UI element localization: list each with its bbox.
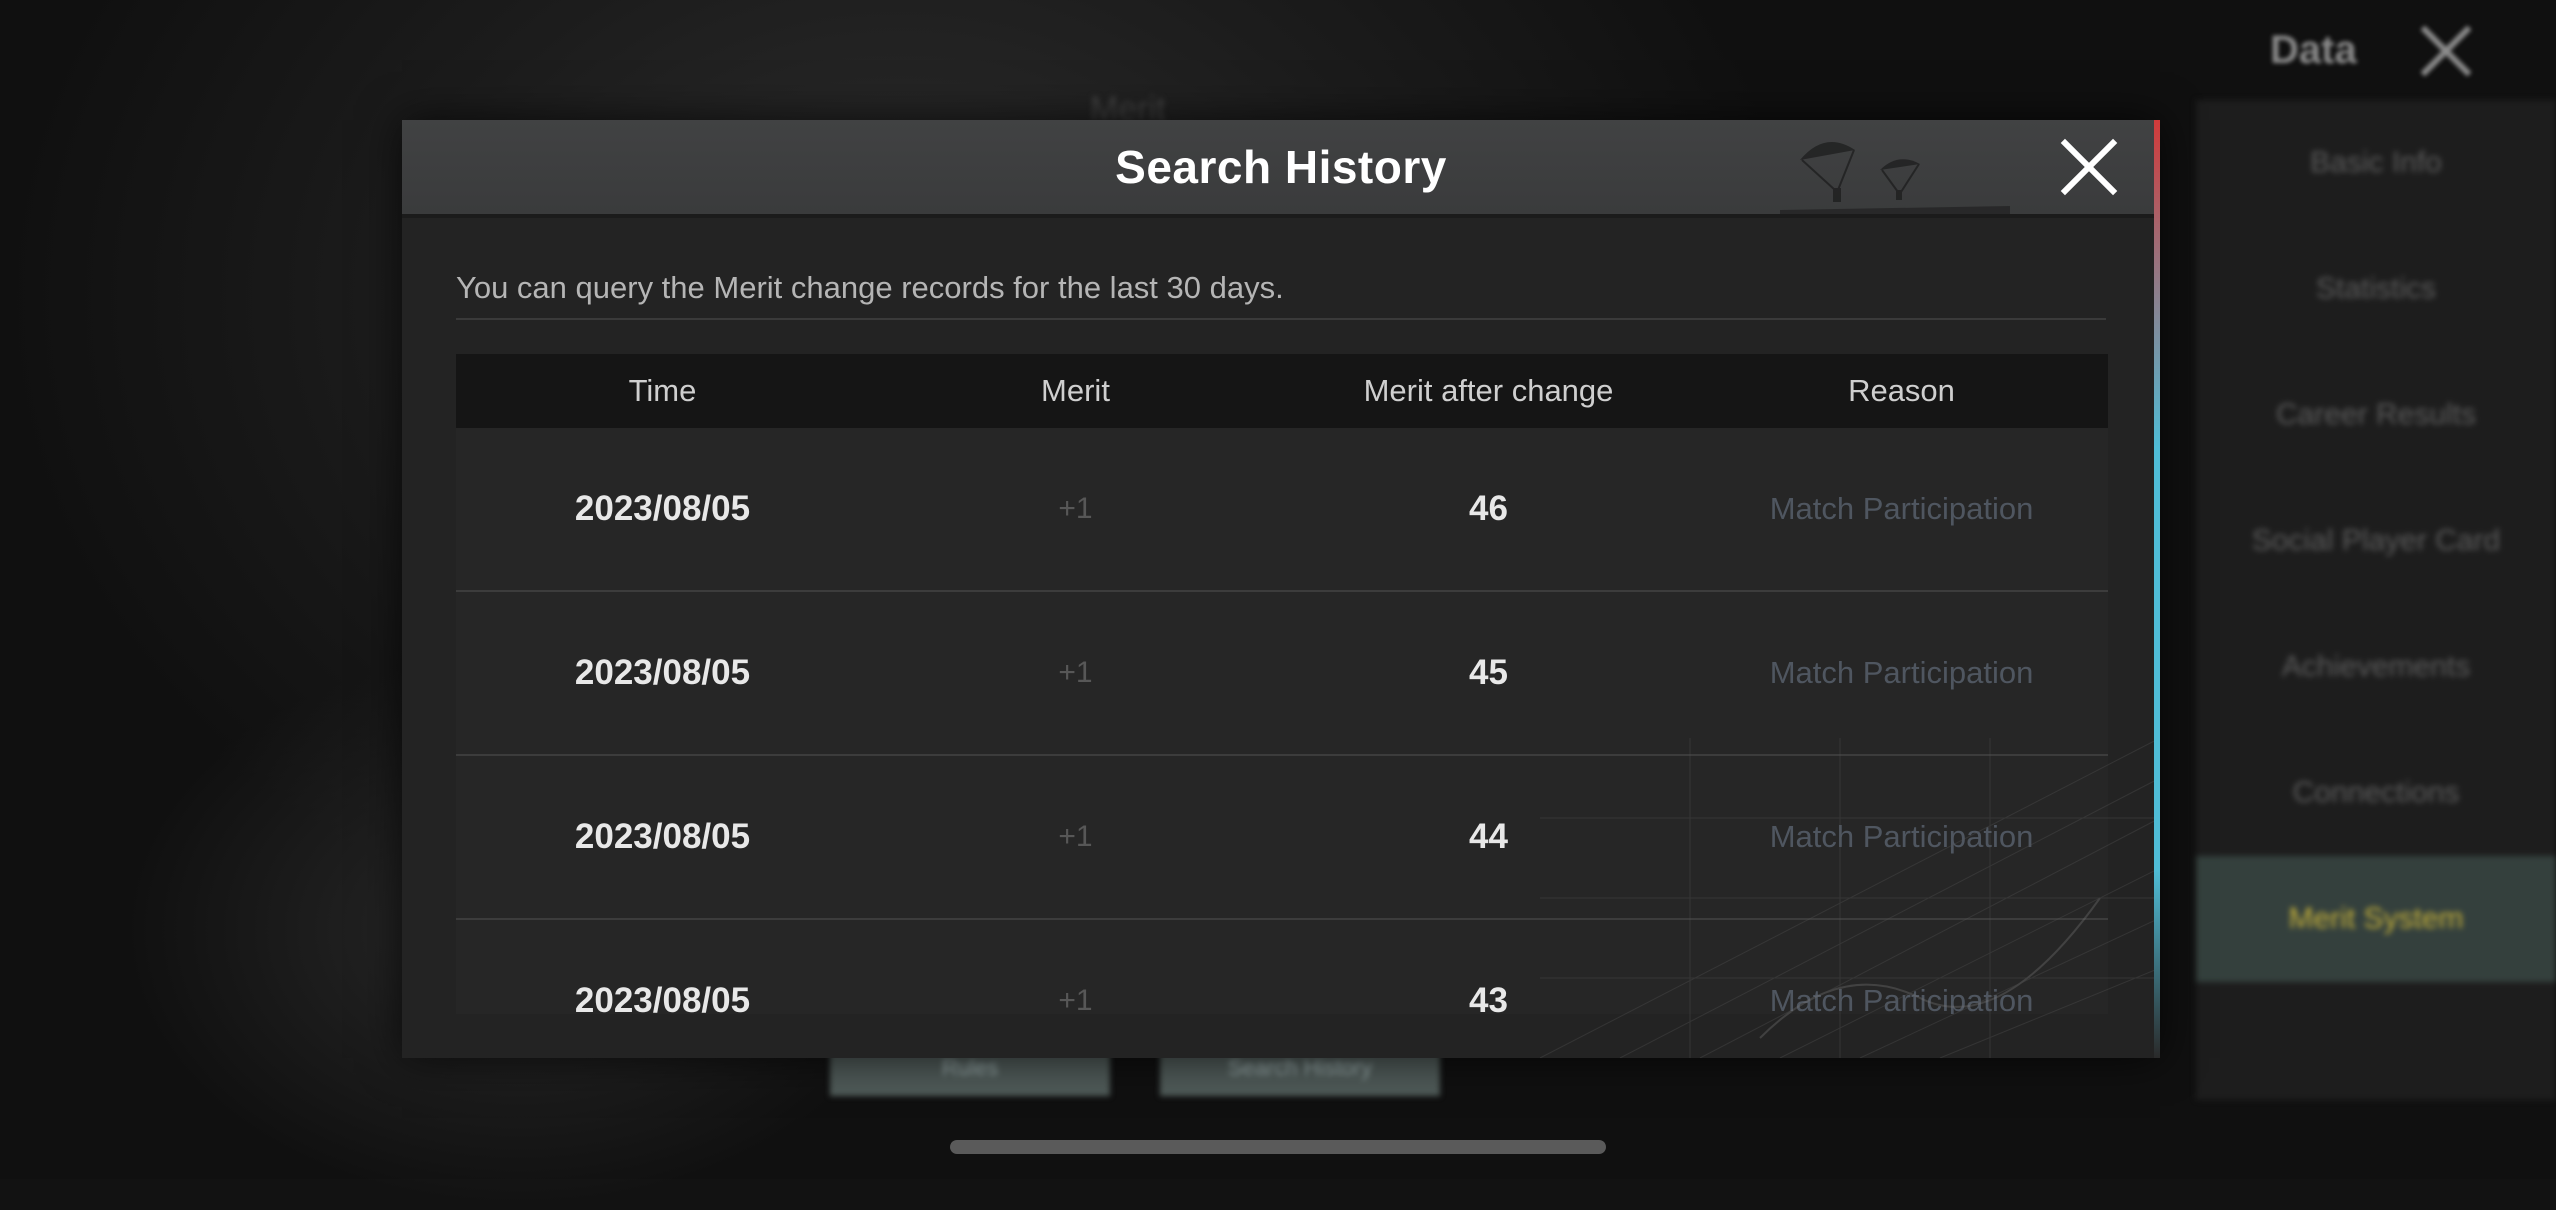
divider [456,318,2106,320]
menu-item-merit-system: Merit System [2196,856,2556,982]
cell-merit: +1 [1058,820,1093,853]
menu-item-career-results: Career Results [2275,398,2477,431]
background-side-menu: Basic Info Statistics Career Results Soc… [2196,100,2556,1100]
history-table[interactable]: Time Merit Merit after change Reason 202… [456,354,2108,1014]
table-row: 2023/08/05 +1 46 Match Participation [456,428,2108,592]
close-icon[interactable] [2058,136,2120,198]
dialog-header: Search History [402,120,2160,218]
column-reason: Reason [1848,373,1955,408]
cell-merit: +1 [1058,984,1093,1014]
menu-item-basic-info: Basic Info [2310,146,2442,179]
table-row: 2023/08/05 +1 45 Match Participation [456,592,2108,756]
menu-item-connections: Connections [2292,776,2460,809]
cell-merit-after: 46 [1469,489,1508,528]
search-history-dialog: Search History You can query the Merit c… [402,120,2160,1058]
cell-reason: Match Participation [1769,491,2034,526]
cell-merit-after: 44 [1469,817,1508,856]
background-topbar: Data [2270,20,2473,80]
cell-reason: Match Participation [1769,819,2034,854]
cell-reason: Match Participation [1769,983,2034,1014]
cell-time: 2023/08/05 [574,981,751,1014]
cell-merit: +1 [1058,656,1093,689]
cell-merit: +1 [1058,492,1093,525]
cell-time: 2023/08/05 [574,653,751,692]
cell-time: 2023/08/05 [574,489,751,528]
table-row: 2023/08/05 +1 44 Match Participation [456,756,2108,920]
menu-item-achievements: Achievements [2281,650,2471,683]
cell-merit-after: 43 [1469,981,1508,1014]
dialog-edge-accent [2154,120,2160,1058]
column-merit: Merit [1041,373,1110,408]
column-merit-after-change: Merit after change [1363,373,1614,408]
menu-item-social-player-card: Social Player Card [2251,524,2501,557]
cell-reason: Match Participation [1769,655,2034,690]
menu-item-statistics: Statistics [2315,272,2437,305]
table-header: Time Merit Merit after change Reason [456,354,2108,428]
info-text: You can query the Merit change records f… [456,270,1284,305]
cell-merit-after: 45 [1469,653,1508,692]
home-indicator[interactable] [950,1140,1606,1154]
cell-time: 2023/08/05 [574,817,751,856]
dialog-title: Search History [1115,141,1447,193]
column-time: Time [628,373,697,408]
background-close-icon [2417,22,2473,78]
background-data-label: Data [2270,27,2357,72]
table-row: 2023/08/05 +1 43 Match Participation [456,920,2108,1014]
